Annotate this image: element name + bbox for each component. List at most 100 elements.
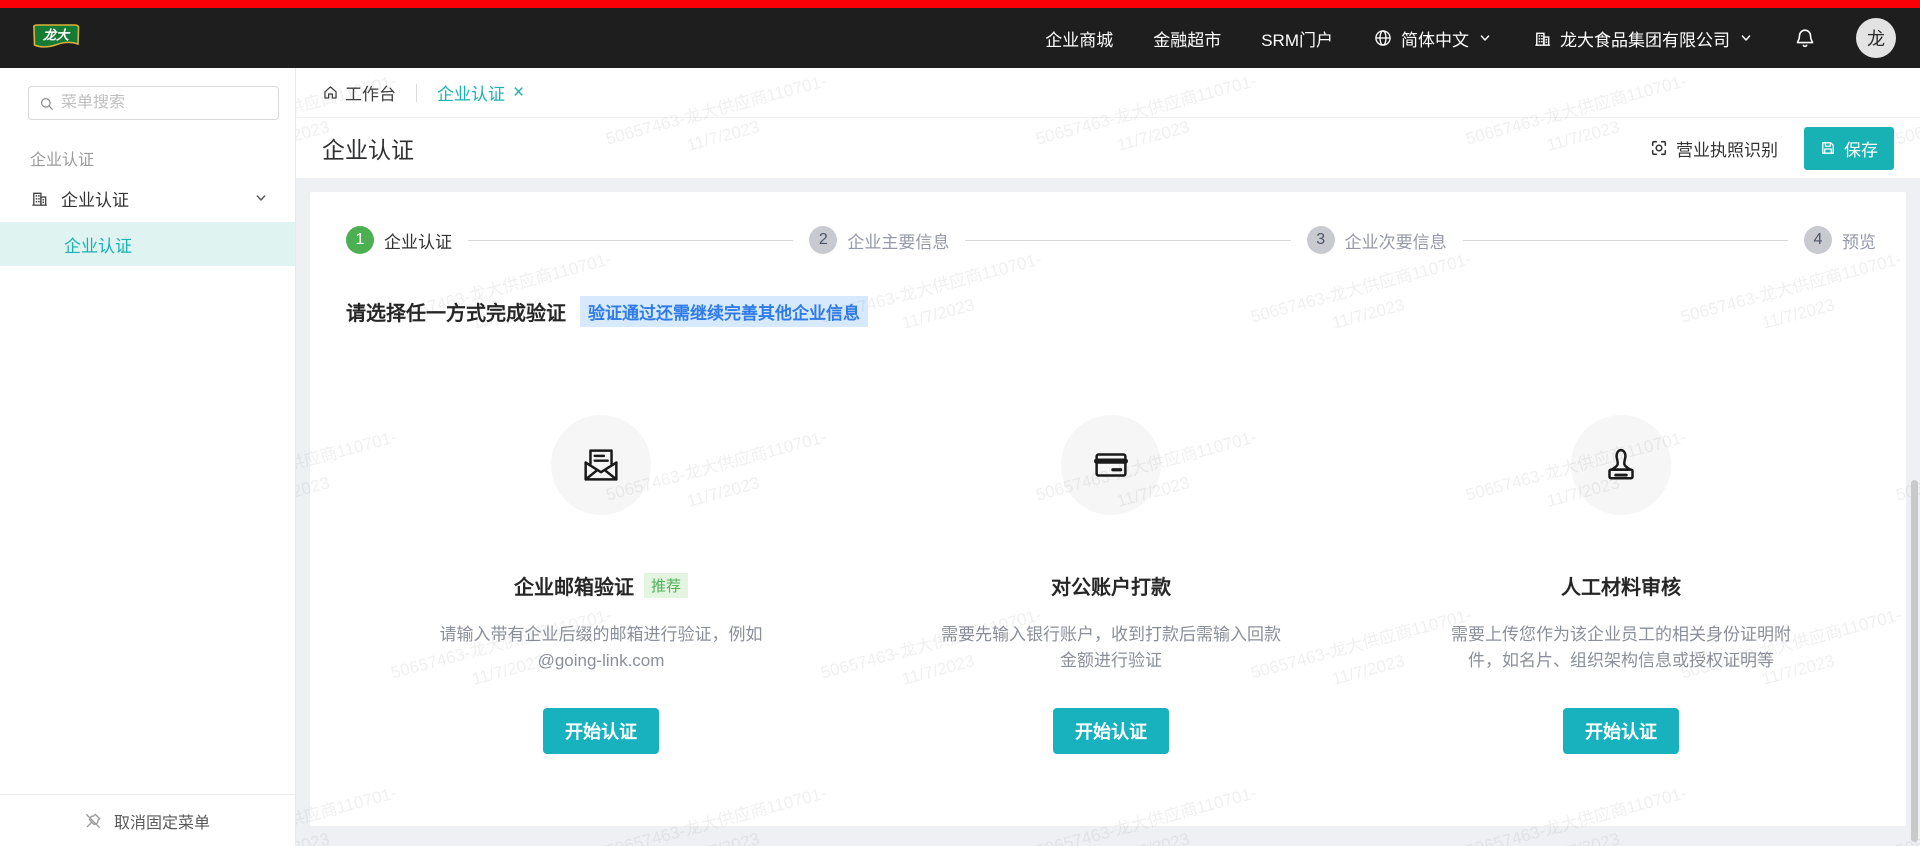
instruction-row: 请选择任一方式完成验证 验证通过还需继续完善其他企业信息	[346, 296, 1876, 327]
bank-card-icon	[1088, 442, 1134, 488]
unpin-menu-label: 取消固定菜单	[114, 809, 210, 833]
menu-search-box[interactable]	[28, 86, 279, 120]
home-icon	[322, 84, 339, 101]
building-icon	[30, 189, 49, 208]
method-title: 人工材料审核	[1561, 571, 1681, 600]
top-navbar: 龙大 企业商城 金融超市 SRM门户 简体中文	[0, 8, 1920, 68]
nav-item-finance-label: 金融超市	[1153, 26, 1221, 51]
business-license-ocr-button[interactable]: 营业执照识别	[1650, 136, 1778, 161]
step-wizard: 1 企业认证 2 企业主要信息 3 企业次要信息	[346, 226, 1876, 254]
scan-ocr-icon	[1650, 139, 1668, 157]
sidebar-parent-label: 企业认证	[61, 186, 129, 211]
step-4-preview: 4 预览	[1804, 226, 1876, 254]
instruction-title: 请选择任一方式完成验证	[346, 297, 566, 326]
language-label: 简体中文	[1401, 26, 1469, 51]
sidebar-spacer	[0, 266, 295, 794]
page-shell: 企业认证 企业认证	[0, 68, 1920, 846]
method-manual-review: 人工材料审核 需要上传您作为该企业员工的相关身份证明附件，如名片、组织架构信息或…	[1366, 415, 1876, 754]
nav-item-srm-label: SRM门户	[1261, 26, 1333, 51]
step-connector	[965, 240, 1290, 241]
tab-close-icon[interactable]: ×	[513, 83, 524, 102]
step-3-label: 企业次要信息	[1345, 228, 1447, 253]
nav-item-mall-label: 企业商城	[1045, 26, 1113, 51]
method-title-row: 人工材料审核	[1561, 571, 1681, 600]
page-title: 企业认证	[322, 131, 414, 165]
top-accent-bar	[0, 0, 1920, 8]
tab-workbench[interactable]: 工作台	[322, 80, 396, 105]
save-button-label: 保存	[1844, 136, 1878, 161]
search-icon	[39, 95, 54, 112]
main-area: 工作台 企业认证 × 企业认证	[296, 68, 1920, 846]
chevron-down-icon	[1477, 30, 1493, 46]
method-title: 企业邮箱验证	[514, 571, 634, 600]
sidebar-subitem-enterprise-auth-selected[interactable]: 企业认证	[0, 222, 295, 266]
user-avatar[interactable]: 龙	[1856, 18, 1896, 58]
method-icon-circle	[1571, 415, 1671, 515]
method-title-row: 对公账户打款	[1051, 571, 1171, 600]
header-actions: 营业执照识别 保存	[1650, 127, 1894, 170]
app-root: 龙大 企业商城 金融超市 SRM门户 简体中文	[0, 0, 1920, 846]
step-2-main-info: 2 企业主要信息	[809, 226, 949, 254]
globe-icon	[1373, 28, 1393, 48]
tab-enterprise-auth-active[interactable]: 企业认证 ×	[437, 80, 524, 105]
brand-flag-icon: 龙大	[30, 22, 82, 54]
tab-separator	[416, 84, 417, 102]
tab-bar: 工作台 企业认证 ×	[296, 68, 1920, 118]
stamp-icon	[1598, 442, 1644, 488]
step-1-circle: 1	[346, 226, 374, 254]
sidebar-item-enterprise-auth[interactable]: 企业认证	[0, 174, 295, 222]
svg-text:龙大: 龙大	[42, 28, 71, 43]
save-button[interactable]: 保存	[1804, 127, 1894, 170]
company-switcher[interactable]: 龙大食品集团有限公司	[1533, 26, 1754, 51]
nav-item-mall[interactable]: 企业商城	[1045, 26, 1113, 51]
step-4-circle: 4	[1804, 226, 1832, 254]
method-bank-transfer: 对公账户打款 需要先输入银行账户，收到打款后需输入回款金额进行验证 开始认证	[856, 415, 1366, 754]
pin-off-icon	[84, 812, 102, 830]
sidebar: 企业认证 企业认证	[0, 68, 296, 846]
verification-methods: 企业邮箱验证 推荐 请输入带有企业后缀的邮箱进行验证，例如@going-link…	[346, 415, 1876, 754]
avatar-initial: 龙	[1867, 25, 1885, 51]
chevron-down-icon	[1738, 30, 1754, 46]
recommended-badge: 推荐	[644, 573, 688, 598]
start-auth-button-manual[interactable]: 开始认证	[1563, 708, 1679, 754]
menu-search-input[interactable]	[61, 94, 268, 112]
page-header: 企业认证 营业执照识别	[296, 118, 1920, 178]
step-2-circle: 2	[809, 226, 837, 254]
step-1-label: 企业认证	[384, 228, 452, 253]
bell-icon	[1794, 27, 1816, 49]
method-description: 请输入带有企业后缀的邮箱进行验证，例如@going-link.com	[425, 622, 777, 674]
language-switcher[interactable]: 简体中文	[1373, 26, 1493, 51]
instruction-note-chip: 验证通过还需继续完善其他企业信息	[580, 296, 868, 327]
method-icon-circle	[551, 415, 651, 515]
method-description: 需要先输入银行账户，收到打款后需输入回款金额进行验证	[935, 622, 1287, 674]
navbar-right: 企业商城 金融超市 SRM门户 简体中文	[1045, 18, 1896, 58]
nav-item-srm-portal[interactable]: SRM门户	[1261, 26, 1333, 51]
company-building-icon	[1533, 29, 1552, 48]
method-title-row: 企业邮箱验证 推荐	[514, 571, 688, 600]
method-email-verification: 企业邮箱验证 推荐 请输入带有企业后缀的邮箱进行验证，例如@going-link…	[346, 415, 856, 754]
nav-item-finance[interactable]: 金融超市	[1153, 26, 1221, 51]
step-connector	[468, 240, 793, 241]
step-2-label: 企业主要信息	[847, 228, 949, 253]
step-1-enterprise-auth: 1 企业认证	[346, 226, 452, 254]
method-title: 对公账户打款	[1051, 571, 1171, 600]
notifications-button[interactable]	[1794, 27, 1816, 49]
sidebar-group-label: 企业认证	[30, 146, 295, 170]
ocr-button-label: 营业执照识别	[1676, 136, 1778, 161]
step-3-secondary-info: 3 企业次要信息	[1307, 226, 1447, 254]
sidebar-child-label: 企业认证	[64, 232, 132, 257]
brand-logo[interactable]: 龙大	[30, 22, 82, 54]
step-4-label: 预览	[1842, 228, 1876, 253]
step-connector	[1463, 240, 1788, 241]
step-3-circle: 3	[1307, 226, 1335, 254]
tab-workbench-label: 工作台	[345, 80, 396, 105]
auth-panel: 1 企业认证 2 企业主要信息 3 企业次要信息	[310, 192, 1906, 826]
start-auth-button-bank[interactable]: 开始认证	[1053, 708, 1169, 754]
vertical-scrollbar-thumb[interactable]	[1911, 480, 1918, 842]
open-mail-icon	[578, 442, 624, 488]
start-auth-button-email[interactable]: 开始认证	[543, 708, 659, 754]
unpin-menu-button[interactable]: 取消固定菜单	[0, 794, 295, 846]
content-area: 1 企业认证 2 企业主要信息 3 企业次要信息	[296, 178, 1920, 846]
method-icon-circle	[1061, 415, 1161, 515]
method-description: 需要上传您作为该企业员工的相关身份证明附件，如名片、组织架构信息或授权证明等	[1445, 622, 1797, 674]
